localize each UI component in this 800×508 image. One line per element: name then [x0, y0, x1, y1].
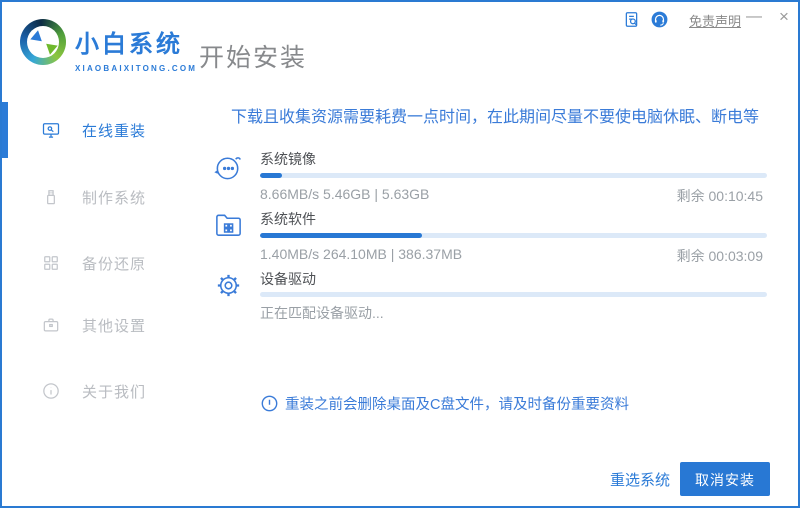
gear-icon [213, 270, 244, 301]
sidebar-item-about-us[interactable]: 关于我们 [2, 375, 202, 407]
close-button[interactable]: × [774, 6, 794, 28]
progress-bar-device-driver [260, 292, 767, 297]
sidebar-item-label: 其他设置 [82, 317, 147, 335]
exclamation-circle-icon [261, 395, 278, 412]
disclaimer-doc-icon[interactable] [622, 10, 641, 29]
usb-icon [41, 187, 61, 207]
progress-bar-system-software [260, 233, 767, 238]
face-icon [213, 151, 244, 182]
reselect-system-button[interactable]: 重选系统 [600, 467, 680, 493]
toolbox-icon [41, 315, 61, 335]
sidebar-item-other-settings[interactable]: 其他设置 [2, 309, 202, 341]
progress-bar-system-image [260, 173, 767, 178]
warning-note-text: 重装之前会删除桌面及C盘文件，请及时备份重要资料 [285, 397, 629, 413]
task-remaining: 剩余 00:03:09 [676, 248, 763, 264]
monitor-icon [41, 120, 61, 140]
sidebar-item-make-system[interactable]: 制作系统 [2, 181, 202, 213]
task-detail: 1.40MB/s 264.10MB | 386.37MB [260, 246, 463, 262]
task-name: 系统镜像 [260, 151, 316, 167]
backup-warning-note: 重装之前会删除桌面及C盘文件，请及时备份重要资料 [261, 393, 629, 414]
brand-block: 小白系统 XIAOBAIXITONG.COM [75, 24, 197, 73]
brand-name: 小白系统 [75, 31, 183, 58]
task-detail: 8.66MB/s 5.46GB | 5.63GB [260, 186, 430, 202]
minimize-button[interactable]: — [744, 6, 764, 28]
app-window: 免责声明 — × 小白系统 XIAOBAIXITONG.COM 开始安装 在线重… [0, 0, 800, 508]
sidebar-item-online-reinstall[interactable]: 在线重装 [2, 114, 202, 146]
sidebar-item-label: 制作系统 [82, 189, 147, 207]
sidebar-item-label: 关于我们 [82, 383, 147, 401]
info-icon [41, 381, 61, 401]
task-detail: 正在匹配设备驱动... [260, 305, 384, 321]
cancel-install-button[interactable]: 取消安装 [680, 462, 770, 496]
progress-fill [260, 173, 282, 178]
sidebar-item-backup-restore[interactable]: 备份还原 [2, 247, 202, 279]
task-remaining: 剩余 00:10:45 [676, 188, 763, 204]
task-name: 设备驱动 [260, 271, 316, 287]
sidebar-item-label: 在线重装 [82, 122, 147, 140]
task-name: 系统软件 [260, 211, 316, 227]
download-notice: 下载且收集资源需要耗费一点时间，在此期间尽量不要使电脑休眠、断电等 [230, 109, 759, 126]
folder-icon [213, 210, 244, 241]
brand-domain: XIAOBAIXITONG.COM [75, 64, 198, 73]
sidebar-item-label: 备份还原 [82, 255, 147, 273]
page-title: 开始安装 [199, 44, 308, 72]
progress-fill [260, 233, 423, 238]
blocks-icon [41, 253, 61, 273]
app-logo [20, 19, 66, 65]
disclaimer-link[interactable]: 免责声明 [689, 11, 741, 30]
customer-service-icon[interactable] [650, 10, 669, 29]
